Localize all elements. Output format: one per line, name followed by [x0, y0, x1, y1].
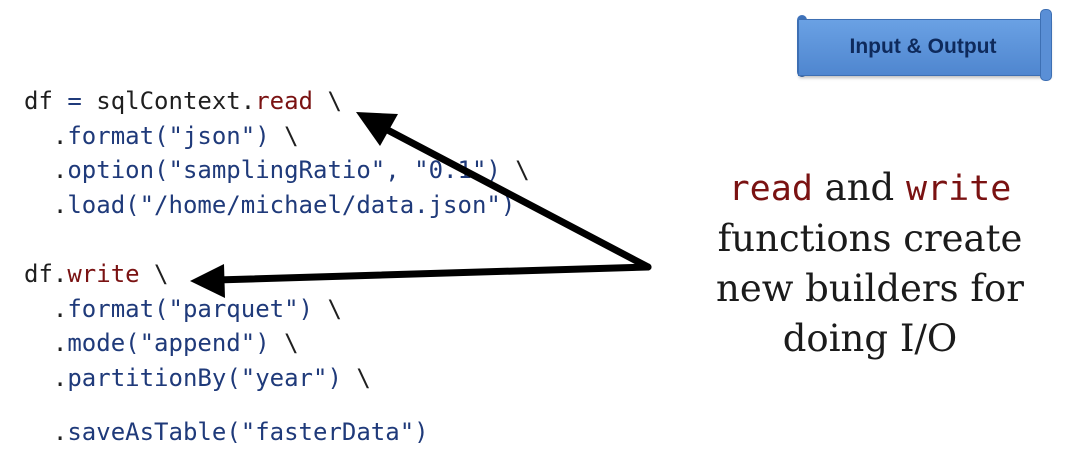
- arrow-to-write-shaft: [212, 263, 652, 284]
- arrow-to-read-shaft: [376, 122, 652, 271]
- arrow-to-write-head: [190, 264, 225, 298]
- arrows-overlay: [190, 112, 652, 298]
